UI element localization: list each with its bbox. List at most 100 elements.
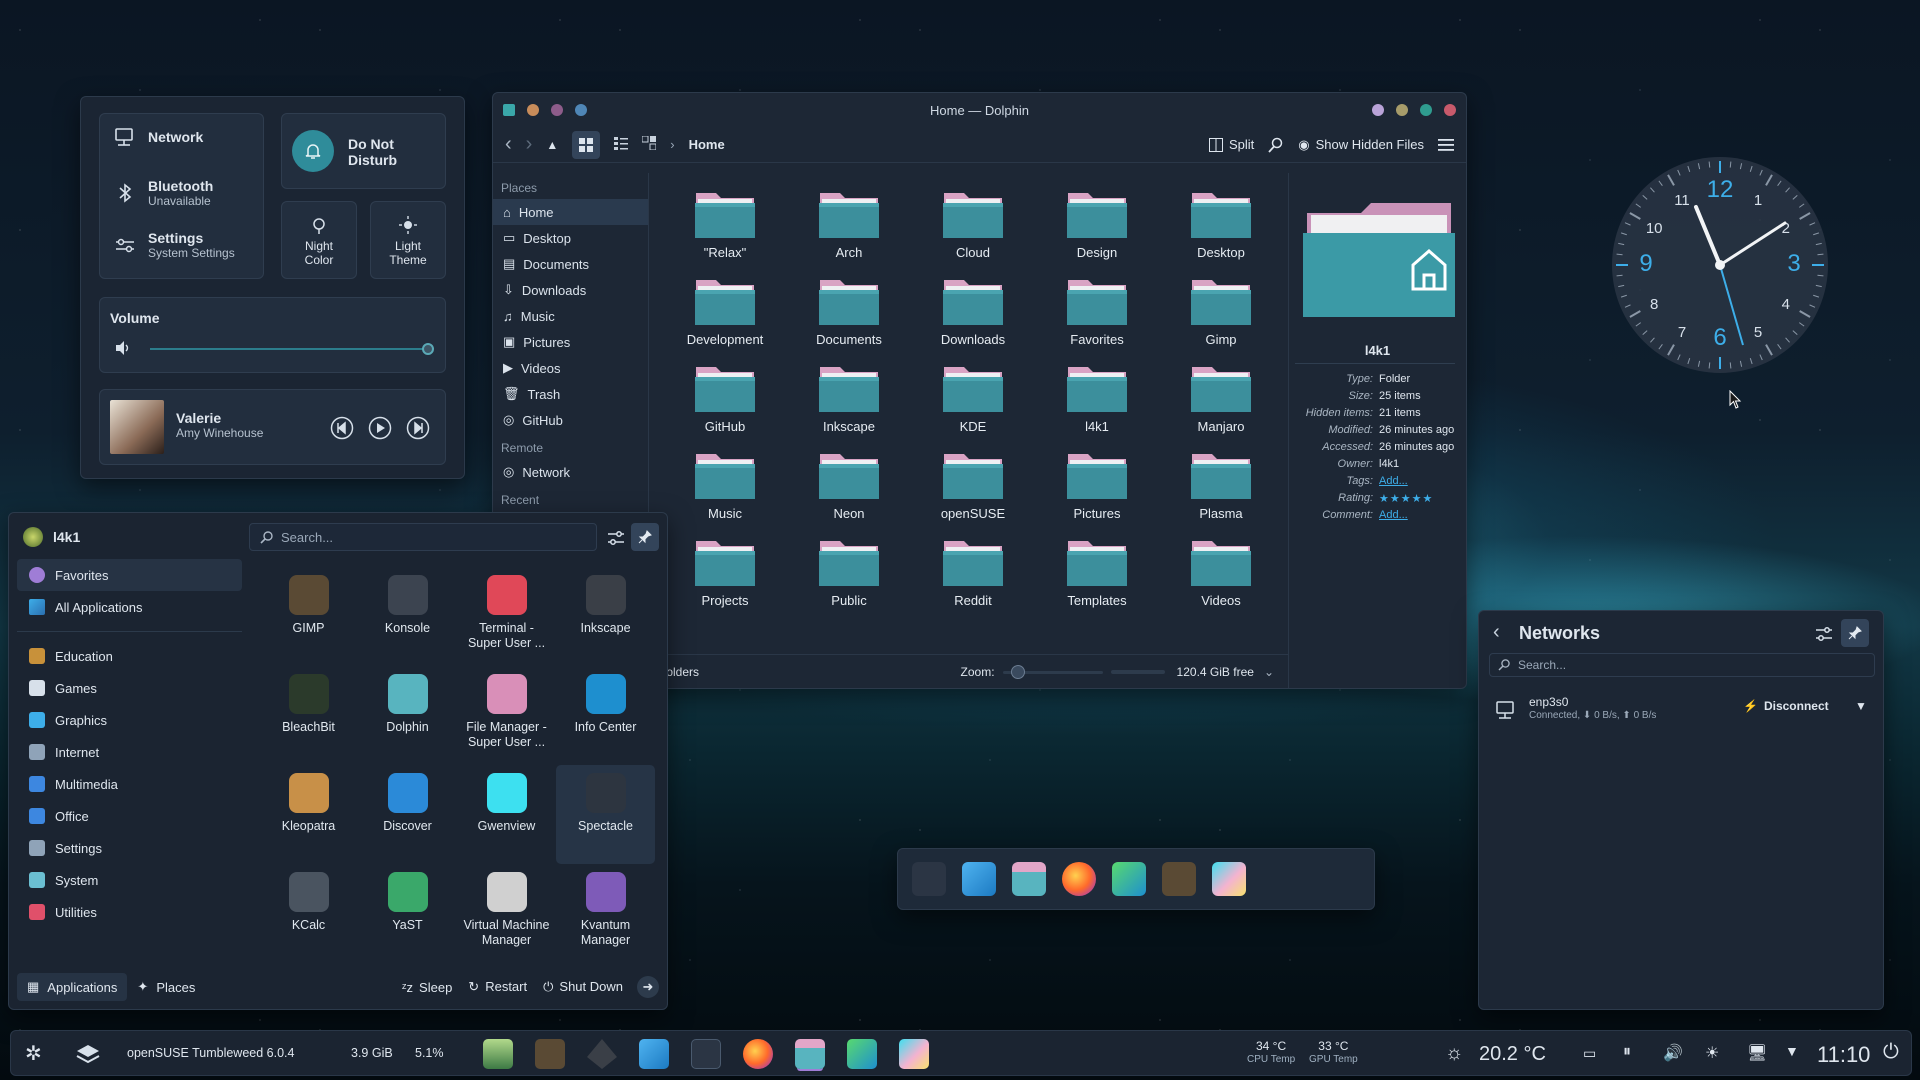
folder-item[interactable]: Cloud [911, 189, 1035, 260]
app-konsole[interactable]: Konsole [358, 567, 457, 666]
close-dot[interactable] [1444, 104, 1456, 116]
place-home[interactable]: ⌂ Home [493, 199, 648, 225]
dock-discover-icon[interactable] [962, 862, 996, 896]
folder-item[interactable]: KDE [911, 363, 1035, 434]
app-yast[interactable]: YaST [358, 864, 457, 963]
category-graphics[interactable]: Graphics [17, 704, 242, 736]
task-landscape-icon[interactable] [483, 1039, 513, 1069]
weather-sun-icon[interactable]: ☼ [1445, 1042, 1463, 1065]
folder-item[interactable]: Development [663, 276, 787, 347]
task-inkscape-icon[interactable] [587, 1039, 617, 1069]
place-documents[interactable]: ▤ Documents [493, 251, 648, 277]
task-gwenview-icon[interactable] [899, 1039, 929, 1069]
previous-track-icon[interactable] [330, 416, 354, 440]
launcher-search-input[interactable]: Search... [249, 523, 597, 551]
folder-item[interactable]: Plasma [1159, 450, 1283, 521]
folder-item[interactable]: Manjaro [1159, 363, 1283, 434]
info-value[interactable]: Add... [1379, 475, 1408, 492]
dock-settings-icon[interactable] [912, 862, 946, 896]
show-hidden-button[interactable]: ◉ Show Hidden Files [1298, 137, 1424, 153]
do-not-disturb-toggle[interactable]: Do Not Disturb [281, 113, 446, 189]
icons-view-icon[interactable] [572, 130, 601, 159]
folder-item[interactable]: GitHub [663, 363, 787, 434]
split-button[interactable]: Split [1208, 137, 1254, 152]
leave-options-icon[interactable]: ➜ [637, 976, 659, 998]
task-settings-icon[interactable] [691, 1039, 721, 1069]
place-github[interactable]: ◎ GitHub [493, 407, 648, 433]
folder-item[interactable]: Arch [787, 189, 911, 260]
folder-item[interactable]: "Relax" [663, 189, 787, 260]
launcher-configure-icon[interactable] [607, 529, 625, 547]
network-search-input[interactable]: Search... [1489, 653, 1875, 677]
folder-item[interactable]: Downloads [911, 276, 1035, 347]
app-virtual-machine[interactable]: Virtual Machine Manager [457, 864, 556, 963]
place-network[interactable]: ◎ Network [493, 459, 648, 485]
dock-info-center-icon[interactable] [1112, 862, 1146, 896]
app-discover[interactable]: Discover [358, 765, 457, 864]
compact-view-icon[interactable] [641, 135, 657, 153]
app-gwenview[interactable]: Gwenview [457, 765, 556, 864]
expand-chevron-icon[interactable]: ▼ [1855, 699, 1867, 713]
folder-item[interactable]: Inkscape [787, 363, 911, 434]
app-file-manager[interactable]: File Manager - Super User ... [457, 666, 556, 765]
power-icon[interactable]: ⏻ [1883, 1041, 1899, 1064]
place-music[interactable]: ♫ Music [493, 303, 648, 329]
keyboard-icon[interactable]: ▭ [1583, 1045, 1596, 1062]
weather-temperature[interactable]: 20.2 °C [1479, 1043, 1546, 1066]
folder-item[interactable]: Reddit [911, 537, 1035, 608]
task-dolphin-icon[interactable] [795, 1039, 825, 1069]
category-education[interactable]: Education [17, 640, 242, 672]
window-keep-dot[interactable] [575, 104, 587, 116]
category-utilities[interactable]: Utilities [17, 896, 242, 928]
task-discover-icon[interactable] [639, 1039, 669, 1069]
window-pin-dot[interactable] [527, 104, 539, 116]
category-system[interactable]: System [17, 864, 242, 896]
app-dolphin[interactable]: Dolphin [358, 666, 457, 765]
all-applications-category[interactable]: All Applications [17, 591, 242, 623]
next-track-icon[interactable] [406, 416, 430, 440]
maximize-dot[interactable] [1420, 104, 1432, 116]
hamburger-menu-icon[interactable] [1438, 138, 1454, 152]
restart-button[interactable]: ↻ Restart [460, 973, 535, 1001]
zoom-slider-handle[interactable] [1011, 664, 1026, 679]
folder-item[interactable]: Templates [1035, 537, 1159, 608]
volume-slider-track[interactable] [150, 348, 430, 350]
network-pin-icon[interactable] [1841, 619, 1869, 647]
folder-item[interactable]: Desktop [1159, 189, 1283, 260]
night-color-toggle[interactable]: Night Color [281, 201, 357, 279]
app-inkscape[interactable]: Inkscape [556, 567, 655, 666]
rating-stars[interactable]: ★★★★★ [1379, 492, 1433, 509]
folder-item[interactable]: Favorites [1035, 276, 1159, 347]
place-downloads[interactable]: ⇩ Downloads [493, 277, 648, 303]
help-dot[interactable] [1372, 104, 1384, 116]
info-value[interactable]: Add... [1379, 509, 1408, 526]
places-tab[interactable]: ✦ Places [127, 973, 205, 1001]
folder-item[interactable]: Projects [663, 537, 787, 608]
zoom-slider[interactable] [1002, 664, 1103, 679]
app-terminal[interactable]: Terminal - Super User ... [457, 567, 556, 666]
place-pictures[interactable]: ▣ Pictures [493, 329, 648, 355]
folder-item[interactable]: l4k1 [1035, 363, 1159, 434]
disconnect-button[interactable]: ⚡ Disconnect [1743, 699, 1829, 713]
minimize-dot[interactable] [1396, 104, 1408, 116]
window-titlebar[interactable]: Home — Dolphin [493, 93, 1466, 127]
place-videos[interactable]: ▶ Videos [493, 355, 648, 381]
app-kleopatra[interactable]: Kleopatra [259, 765, 358, 864]
dock-firefox-icon[interactable] [1062, 862, 1096, 896]
sleep-button[interactable]: ᶻz Sleep [394, 974, 460, 1001]
details-view-icon[interactable] [614, 136, 629, 153]
back-icon[interactable]: ‹ [1493, 621, 1500, 644]
play-icon[interactable] [368, 416, 392, 440]
shutdown-button[interactable]: ⏻ Shut Down [535, 973, 631, 1001]
app-gimp[interactable]: GIMP [259, 567, 358, 666]
folder-item[interactable]: Design [1035, 189, 1159, 260]
folder-item[interactable]: Pictures [1035, 450, 1159, 521]
place-trash[interactable]: 🗑 Trash [493, 381, 648, 407]
forward-icon[interactable]: › [526, 133, 533, 156]
settings-toggle[interactable]: Settings System Settings [114, 230, 235, 260]
task-firefox-icon[interactable] [743, 1039, 773, 1069]
launcher-menu-icon[interactable]: ✲ [25, 1041, 42, 1066]
folder-item[interactable]: Public [787, 537, 911, 608]
tray-expand-icon[interactable]: ▼ [1785, 1043, 1799, 1059]
category-settings[interactable]: Settings [17, 832, 242, 864]
